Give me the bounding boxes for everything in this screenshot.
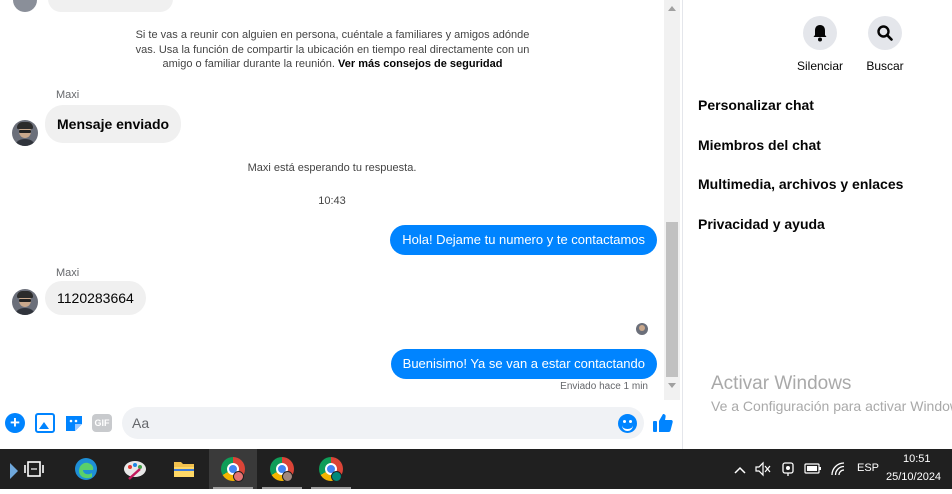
wifi-icon <box>831 462 845 476</box>
menu-media-files-links[interactable]: Multimedia, archivos y enlaces <box>698 176 903 192</box>
search-button[interactable]: Buscar <box>855 16 915 73</box>
menu-chat-members[interactable]: Miembros del chat <box>698 137 821 153</box>
chat-pane: Si te vas a reunir con alguien en person… <box>0 0 682 449</box>
activation-watermark-title: Activar Windows <box>711 373 852 394</box>
emoji-icon[interactable] <box>618 414 637 433</box>
mute-label: Silenciar <box>796 59 844 73</box>
folder-icon <box>174 462 194 477</box>
message-bubble-outgoing[interactable]: Buenisimo! Ya se van a estar contactando <box>390 349 657 379</box>
taskbar-paint[interactable] <box>111 449 159 489</box>
clock-date[interactable]: 25/10/2024 <box>886 471 941 483</box>
paint-palette-icon <box>124 461 146 480</box>
windows-taskbar: ESP 10:51 25/10/2024 <box>0 449 952 489</box>
edge-icon <box>75 458 97 480</box>
taskbar-chrome-profile-2[interactable] <box>258 449 306 489</box>
webcam-icon <box>782 462 794 476</box>
taskbar-edge[interactable] <box>62 449 110 489</box>
scroll-down-arrow-icon[interactable] <box>668 383 676 388</box>
avatar <box>13 0 37 12</box>
network-button[interactable] <box>828 449 848 489</box>
sticker-icon[interactable] <box>64 413 84 433</box>
mute-button[interactable]: Silenciar <box>790 16 850 73</box>
task-view-button[interactable] <box>10 449 58 489</box>
avatar[interactable] <box>12 289 38 315</box>
chevron-up-icon <box>734 466 746 474</box>
safety-notice: Si te vas a reunir con alguien en person… <box>130 28 535 72</box>
camera-button[interactable] <box>778 449 798 489</box>
message-timestamp: 10:43 <box>318 195 346 207</box>
search-icon <box>868 16 902 50</box>
battery-icon <box>804 463 821 474</box>
sent-status: Enviado hace 1 min <box>560 381 648 392</box>
sender-name: Maxi <box>56 267 80 279</box>
taskbar-chrome-profile-3[interactable] <box>307 449 355 489</box>
gif-icon[interactable]: GIF <box>92 414 112 432</box>
safety-tips-link[interactable]: Ver más consejos de seguridad <box>338 58 502 70</box>
bell-icon <box>803 16 837 50</box>
profile-badge-icon <box>331 471 342 482</box>
menu-privacy-help[interactable]: Privacidad y ayuda <box>698 216 825 232</box>
message-bubble-incoming[interactable]: 1120283664 <box>45 281 146 315</box>
taskbar-file-explorer[interactable] <box>160 449 208 489</box>
message-input[interactable] <box>132 407 612 439</box>
search-label: Buscar <box>866 59 904 73</box>
speaker-muted-icon <box>755 461 771 477</box>
taskbar-chrome-profile-1[interactable] <box>209 449 257 489</box>
avatar[interactable] <box>12 120 38 146</box>
battery-button[interactable] <box>802 449 824 489</box>
message-bubble-incoming[interactable]: Mensaje enviado <box>45 105 182 143</box>
seen-indicator-avatar <box>636 323 648 335</box>
scrollbar[interactable] <box>664 0 680 400</box>
activation-watermark-subtitle: Ve a Configuración para activar Windows. <box>711 398 952 414</box>
plus-icon[interactable]: + <box>5 413 25 433</box>
volume-muted-button[interactable] <box>753 449 773 489</box>
profile-badge-icon <box>233 471 244 482</box>
message-input-box[interactable] <box>122 407 644 439</box>
image-icon[interactable] <box>35 413 55 433</box>
message-bubble-partial <box>48 0 173 12</box>
profile-badge-icon <box>282 471 293 482</box>
scrollbar-thumb[interactable] <box>666 222 678 377</box>
chat-info-panel: Silenciar Buscar Personalizar chat Miemb… <box>683 0 952 449</box>
scroll-up-arrow-icon[interactable] <box>668 6 676 11</box>
clock-time[interactable]: 10:51 <box>903 453 931 465</box>
thumbs-up-icon[interactable] <box>652 412 674 434</box>
sender-name: Maxi <box>56 89 80 101</box>
message-composer: + GIF <box>0 404 682 444</box>
input-language-indicator[interactable]: ESP <box>857 462 879 474</box>
task-view-icon <box>24 461 44 477</box>
waiting-notice: Maxi está esperando tu respuesta. <box>247 162 417 174</box>
menu-customize-chat[interactable]: Personalizar chat <box>698 97 814 113</box>
messenger-app: Si te vas a reunir con alguien en person… <box>0 0 952 449</box>
show-hidden-icons-button[interactable] <box>730 449 750 489</box>
message-bubble-outgoing[interactable]: Hola! Dejame tu numero y te contactamos <box>390 225 657 255</box>
message-list: Si te vas a reunir con alguien en person… <box>0 0 664 400</box>
